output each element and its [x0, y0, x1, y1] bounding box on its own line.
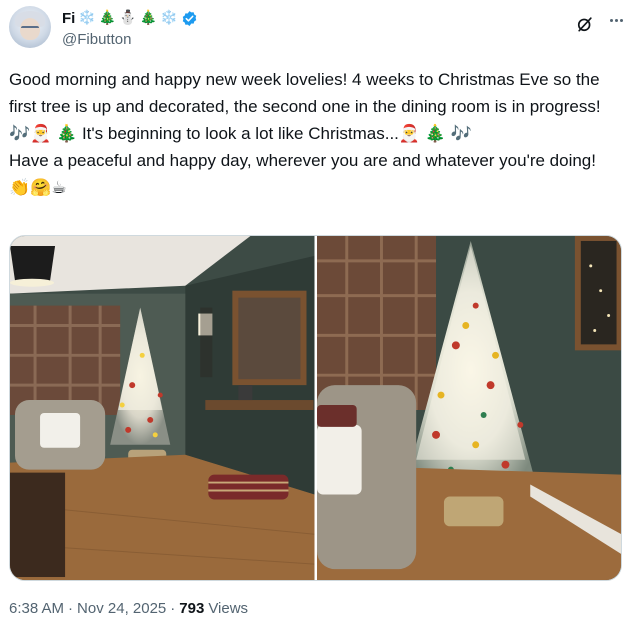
meta-separator: · [68, 600, 74, 617]
grok-icon[interactable] [575, 14, 595, 34]
meta-separator: · [170, 600, 176, 617]
tweet-text: Good morning and happy new week lovelies… [9, 66, 619, 201]
name-emoji: ❄️ [78, 10, 96, 26]
views-label: Views [208, 600, 249, 617]
author-handle[interactable]: @Fibutton [62, 31, 131, 48]
display-name[interactable]: Fi [62, 10, 75, 27]
author-name-row[interactable]: Fi ❄️ 🎄 ⛄ 🎄 ❄️ [62, 8, 198, 28]
name-emoji: 🎄 [98, 10, 117, 26]
tweet-meta: 6:38 AM · Nov 24, 2025 · 793 Views [9, 600, 248, 617]
tweet-paragraph-2: Have a peaceful and happy day, wherever … [9, 151, 601, 197]
tweet-time[interactable]: 6:38 AM [9, 600, 64, 617]
name-emoji: ⛄ [119, 10, 137, 26]
tweet-date[interactable]: Nov 24, 2025 [77, 600, 166, 617]
name-emoji: 🎄 [139, 10, 158, 26]
photo-living-room-tree[interactable] [10, 236, 315, 580]
tweet-paragraph-1: Good morning and happy new week lovelies… [9, 70, 606, 143]
avatar[interactable] [9, 6, 51, 48]
tweet-header: Fi ❄️ 🎄 ⛄ 🎄 ❄️ @Fibutton [9, 6, 625, 52]
media-grid [9, 235, 622, 581]
verified-badge-icon [182, 10, 196, 26]
views-count: 793 [179, 600, 205, 617]
photo-tree-closeup[interactable] [316, 236, 621, 580]
more-options-icon[interactable] [605, 12, 627, 28]
name-emoji: ❄️ [160, 10, 178, 26]
